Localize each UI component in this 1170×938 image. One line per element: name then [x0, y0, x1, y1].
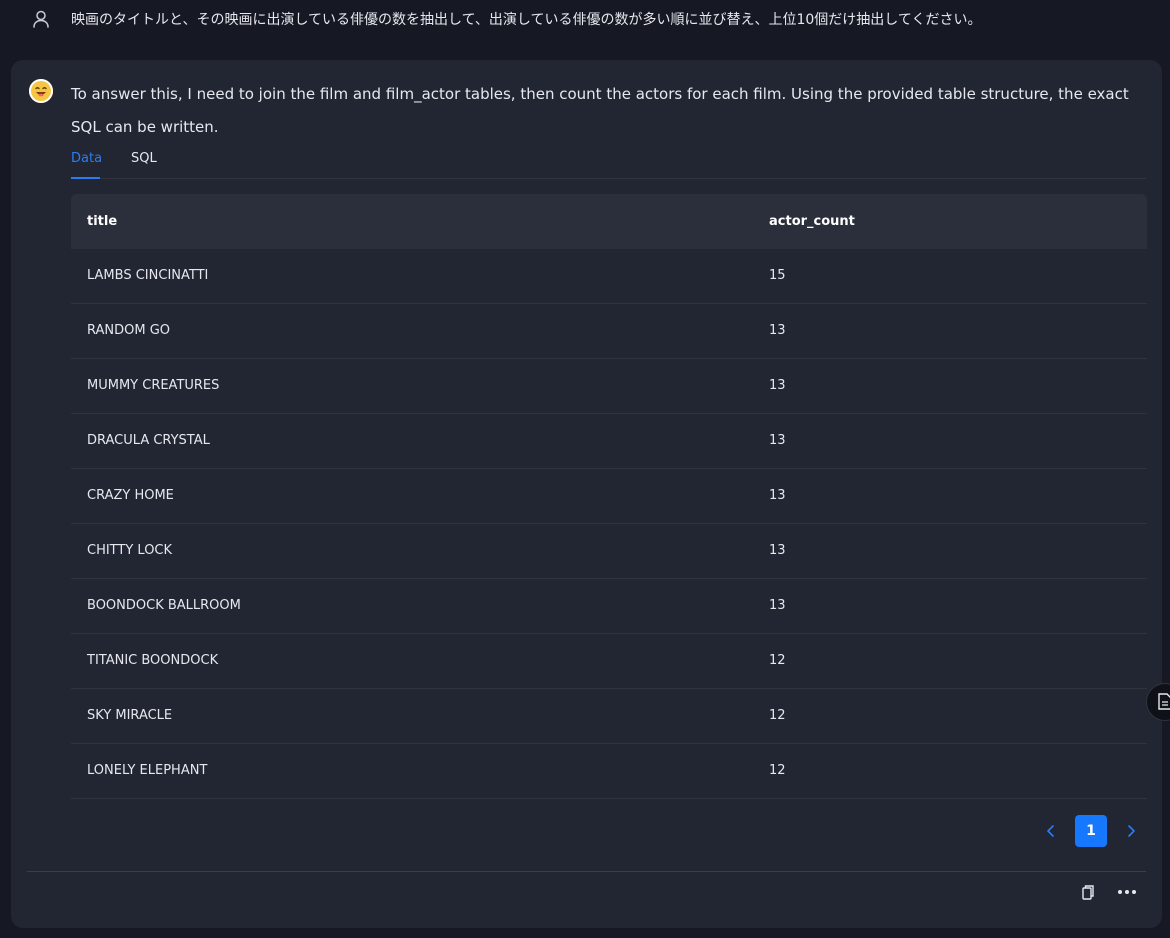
cell-actor-count: 13 — [769, 598, 786, 613]
cell-title: LONELY ELEPHANT — [87, 763, 208, 778]
tab-sql[interactable]: SQL — [131, 152, 157, 166]
cell-title: CHITTY LOCK — [87, 543, 173, 558]
cell-title: RANDOM GO — [87, 323, 171, 338]
active-tab-indicator — [71, 177, 100, 179]
smiley-avatar — [29, 79, 53, 103]
cell-title: MUMMY CREATURES — [87, 378, 220, 393]
table-row: CHITTY LOCK 13 — [71, 524, 1147, 579]
cell-title: DRACULA CRYSTAL — [87, 433, 210, 448]
cell-actor-count: 13 — [769, 433, 786, 448]
table-header: title actor_count — [71, 194, 1147, 249]
page-1-button[interactable]: 1 — [1075, 815, 1107, 847]
user-message-text: 映画のタイトルと、その映画に出演している俳優の数を抽出して、出演している俳優の数… — [71, 12, 982, 28]
table-row: SKY MIRACLE 12 — [71, 689, 1147, 744]
cell-title: LAMBS CINCINATTI — [87, 268, 209, 283]
table-row: DRACULA CRYSTAL 13 — [71, 414, 1147, 469]
result-table: title actor_count LAMBS CINCINATTI 15 RA… — [71, 194, 1147, 799]
table-row: CRAZY HOME 13 — [71, 469, 1147, 524]
chevron-left-icon[interactable] — [1039, 815, 1063, 847]
copy-icon[interactable] — [1078, 883, 1096, 901]
cell-actor-count: 13 — [769, 488, 786, 503]
document-icon — [1158, 693, 1170, 710]
user-icon — [33, 10, 49, 28]
table-row: RANDOM GO 13 — [71, 304, 1147, 359]
cell-title: CRAZY HOME — [87, 488, 174, 503]
cell-actor-count: 15 — [769, 268, 786, 283]
table-row: LONELY ELEPHANT 12 — [71, 744, 1147, 799]
cell-actor-count: 13 — [769, 378, 786, 393]
result-tabs: Data SQL — [71, 146, 1146, 179]
assistant-message-card: To answer this, I need to join the film … — [11, 60, 1162, 928]
user-message: 映画のタイトルと、その映画に出演している俳優の数を抽出して、出演している俳優の数… — [0, 0, 1170, 60]
table-row: MUMMY CREATURES 13 — [71, 359, 1147, 414]
cell-actor-count: 12 — [769, 708, 786, 723]
more-icon[interactable] — [1115, 883, 1139, 901]
cell-actor-count: 12 — [769, 653, 786, 668]
assistant-message-text: To answer this, I need to join the film … — [71, 85, 1129, 136]
column-header-actor-count[interactable]: actor_count — [769, 194, 855, 249]
table-row: LAMBS CINCINATTI 15 — [71, 249, 1147, 304]
cell-actor-count: 13 — [769, 543, 786, 558]
column-header-title[interactable]: title — [87, 194, 117, 249]
cell-title: SKY MIRACLE — [87, 708, 173, 723]
tab-data[interactable]: Data — [71, 152, 102, 166]
cell-actor-count: 13 — [769, 323, 786, 338]
cell-actor-count: 12 — [769, 763, 786, 778]
cell-title: BOONDOCK BALLROOM — [87, 598, 241, 613]
table-row: BOONDOCK BALLROOM 13 — [71, 579, 1147, 634]
cell-title: TITANIC BOONDOCK — [87, 653, 219, 668]
table-row: TITANIC BOONDOCK 12 — [71, 634, 1147, 689]
chevron-right-icon[interactable] — [1119, 815, 1143, 847]
footer-divider — [27, 871, 1146, 872]
